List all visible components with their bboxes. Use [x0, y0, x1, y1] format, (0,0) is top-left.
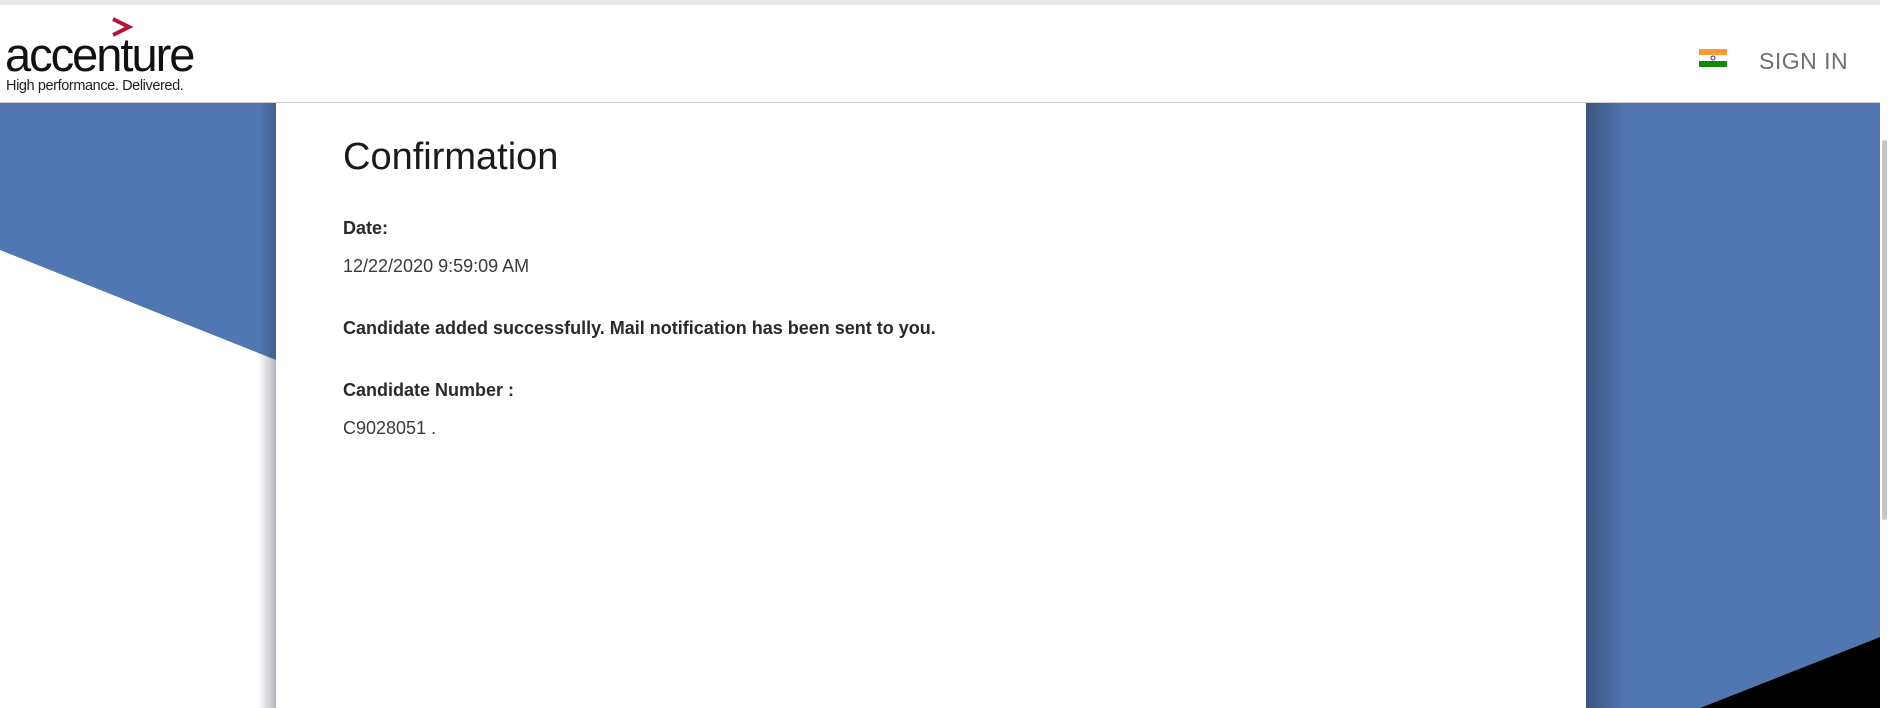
page: accenture High performance. Delivered. S…: [0, 0, 1888, 708]
logo-wordmark: accenture: [5, 28, 195, 81]
success-message: Candidate added successfully. Mail notif…: [343, 318, 936, 338]
date-value: 12/22/2020 9:59:09 AM: [343, 256, 530, 276]
right-blue-panel: [1586, 102, 1880, 708]
site-header: accenture High performance. Delivered. S…: [0, 5, 1880, 103]
card-shadow-right: [1586, 102, 1626, 708]
vertical-scrollbar[interactable]: [1880, 0, 1888, 708]
india-flag-icon[interactable]: [1699, 49, 1727, 67]
accenture-logo[interactable]: accenture High performance. Delivered.: [5, 17, 195, 97]
page-title: Confirmation: [343, 136, 559, 178]
scrollbar-thumb[interactable]: [1882, 140, 1887, 520]
left-blue-wedge: [0, 102, 276, 360]
logo-tagline: High performance. Delivered.: [6, 78, 184, 94]
sign-in-link[interactable]: SIGN IN: [1759, 48, 1848, 75]
candidate-number-value: C9028051 .: [343, 418, 437, 438]
date-label: Date:: [343, 218, 389, 238]
candidate-number-label: Candidate Number :: [343, 380, 515, 400]
confirmation-card: Confirmation Date: 12/22/2020 9:59:09 AM…: [276, 102, 1586, 708]
card-shadow-left: [258, 102, 276, 708]
